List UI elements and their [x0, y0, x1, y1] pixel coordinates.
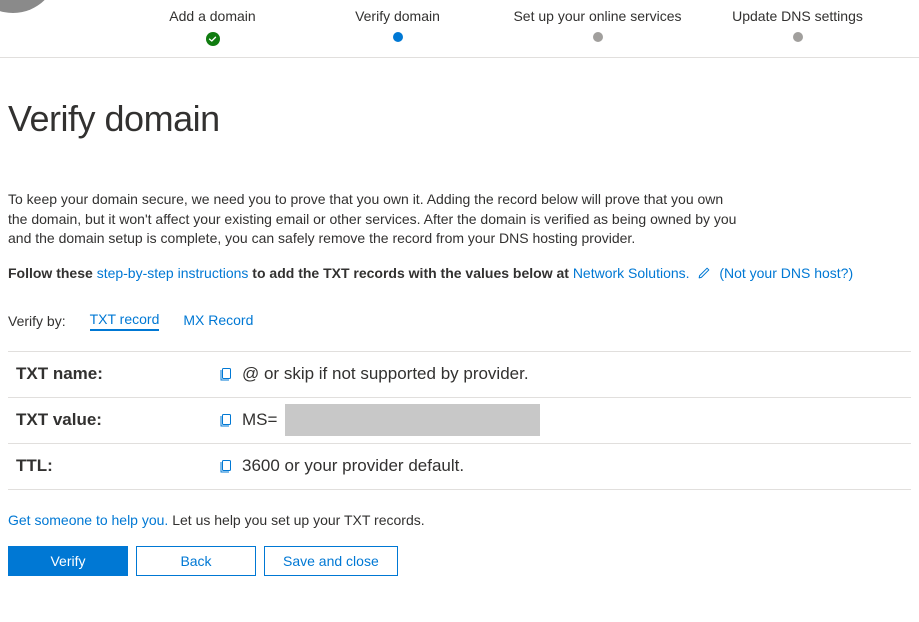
copy-icon[interactable] — [218, 458, 234, 474]
back-button[interactable]: Back — [136, 546, 256, 576]
step-dot-future — [793, 32, 803, 42]
page-title: Verify domain — [8, 98, 911, 140]
step-dot-current — [393, 32, 403, 42]
get-help-link[interactable]: Get someone to help you. — [8, 512, 168, 528]
step-label: Update DNS settings — [732, 8, 863, 24]
dns-provider-link[interactable]: Network Solutions. — [573, 265, 690, 281]
txt-name-label: TXT name: — [8, 364, 218, 384]
save-and-close-button[interactable]: Save and close — [264, 546, 398, 576]
verify-button[interactable]: Verify — [8, 546, 128, 576]
copy-icon[interactable] — [218, 366, 234, 382]
help-line: Get someone to help you. Let us help you… — [8, 512, 911, 528]
follow-prefix: Follow these — [8, 265, 97, 281]
follow-mid: to add the TXT records with the values b… — [248, 265, 572, 281]
step-label: Add a domain — [169, 8, 255, 24]
tab-txt-record[interactable]: TXT record — [90, 311, 160, 331]
dns-records-table: TXT name: @ or skip if not supported by … — [8, 351, 911, 490]
txt-name-row: TXT name: @ or skip if not supported by … — [8, 352, 911, 398]
step-by-step-link[interactable]: step-by-step instructions — [97, 265, 249, 281]
step-dot-future — [593, 32, 603, 42]
step-label: Set up your online services — [513, 8, 681, 24]
ttl-row: TTL: 3600 or your provider default. — [8, 444, 911, 490]
step-label: Verify domain — [355, 8, 440, 24]
follow-instructions-line: Follow these step-by-step instructions t… — [8, 265, 911, 283]
not-your-host-link[interactable]: (Not your DNS host?) — [719, 265, 853, 281]
checkmark-icon — [206, 32, 220, 46]
redacted-value — [285, 404, 540, 436]
verify-by-label: Verify by: — [8, 313, 66, 329]
ttl-value: 3600 or your provider default. — [242, 456, 464, 476]
step-verify-domain: Verify domain — [305, 8, 490, 57]
edit-icon[interactable] — [697, 266, 711, 283]
txt-value-row: TXT value: MS= — [8, 398, 911, 444]
step-add-domain: Add a domain — [120, 8, 305, 57]
ttl-label: TTL: — [8, 456, 218, 476]
tab-mx-record[interactable]: MX Record — [183, 312, 253, 330]
step-online-services: Set up your online services — [490, 8, 705, 57]
txt-name-value: @ or skip if not supported by provider. — [242, 364, 529, 384]
step-update-dns: Update DNS settings — [705, 8, 890, 57]
wizard-stepper: Add a domain Verify domain Set up your o… — [0, 0, 919, 58]
copy-icon[interactable] — [218, 412, 234, 428]
help-text: Let us help you set up your TXT records. — [168, 512, 424, 528]
txt-value-label: TXT value: — [8, 410, 218, 430]
txt-value-prefix: MS= — [242, 410, 277, 430]
page-description: To keep your domain secure, we need you … — [8, 190, 738, 249]
